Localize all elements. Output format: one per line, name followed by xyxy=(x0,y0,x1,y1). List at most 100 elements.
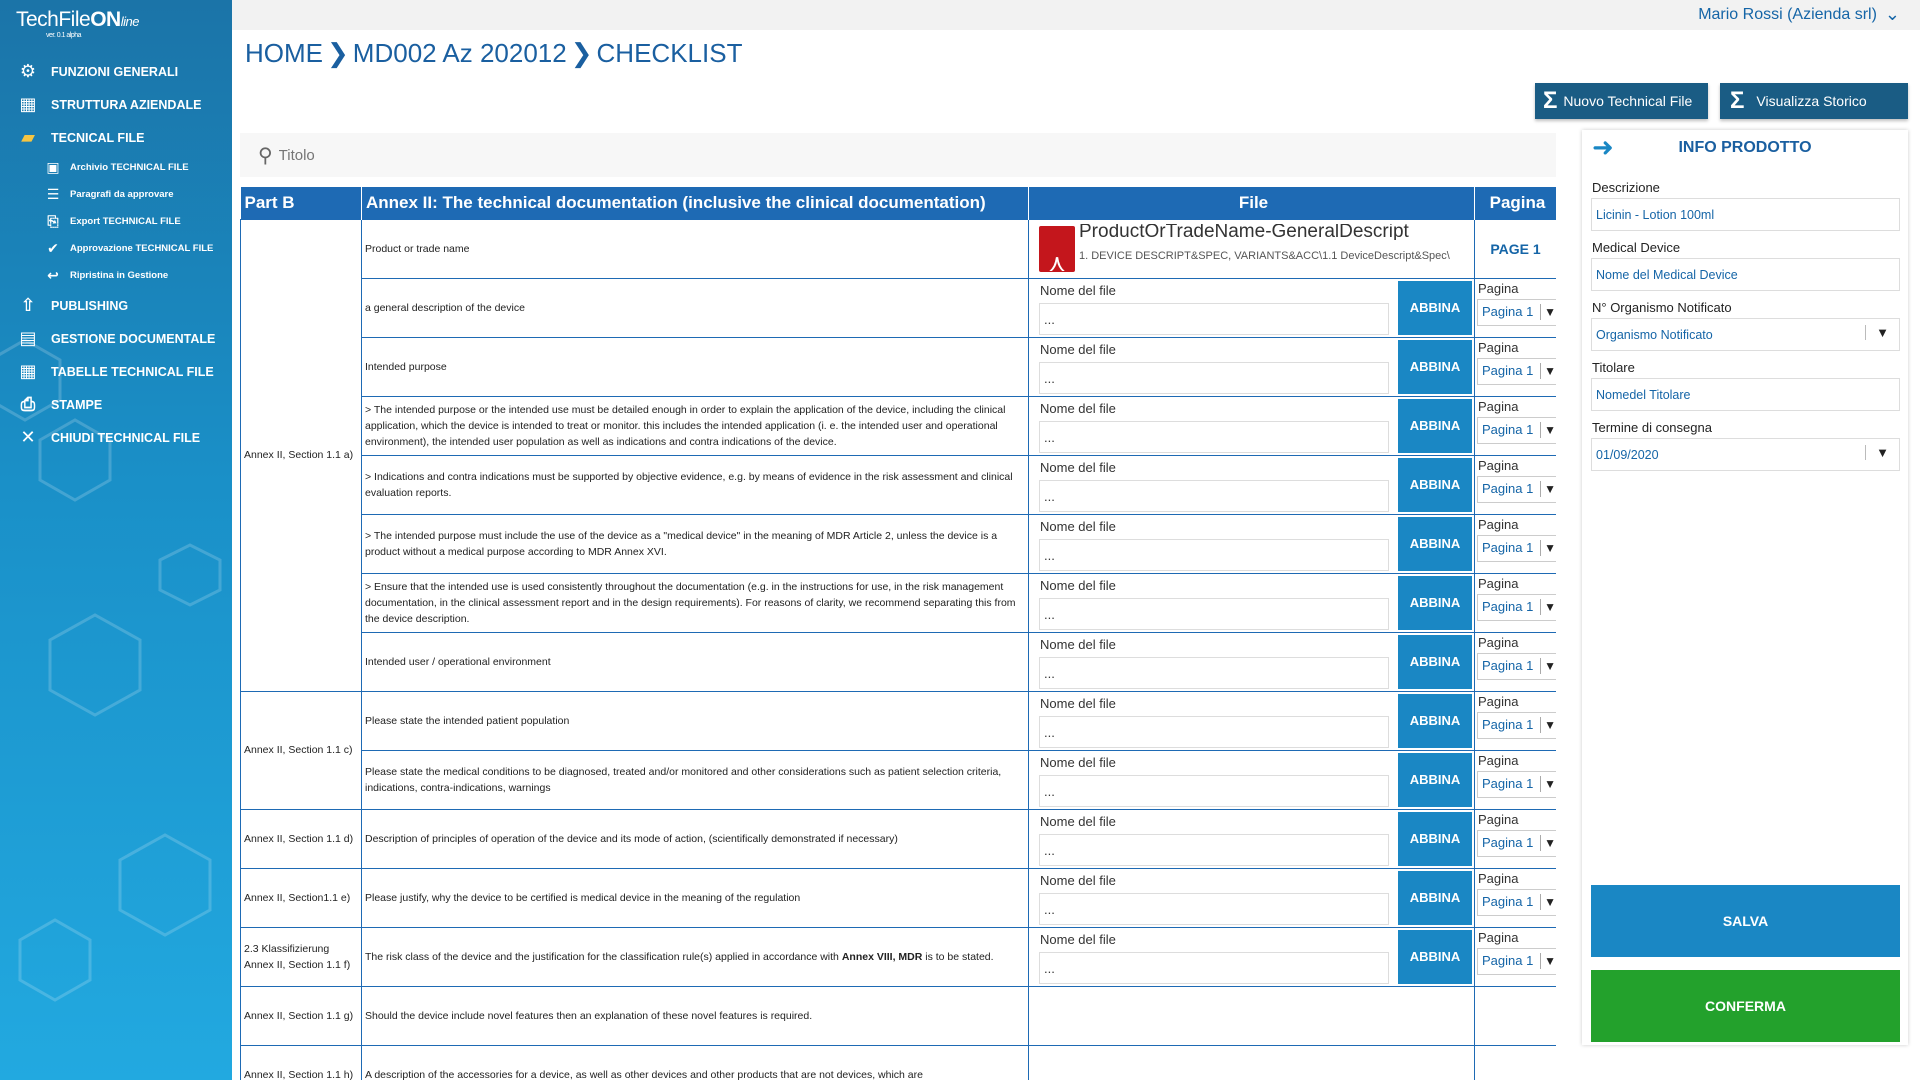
file-name-input[interactable]: ... xyxy=(1039,951,1389,984)
table-row: 2.3 Klassifizierung Annex II, Section 1.… xyxy=(240,926,1556,987)
sidebar-subitem-export[interactable]: ⎘ Export TECHNICAL FILE xyxy=(0,208,232,235)
abbina-button[interactable]: ABBINA xyxy=(1398,516,1472,571)
sidebar-item-gestione-documentale[interactable]: ▤ GESTIONE DOCUMENTALE xyxy=(0,322,232,355)
sidebar-item-chiudi[interactable]: ✕ CHIUDI TECHNICAL FILE xyxy=(0,421,232,454)
abbina-button[interactable]: ABBINA xyxy=(1398,575,1472,630)
sidebar-item-tabelle[interactable]: ▦ TABELLE TECHNICAL FILE xyxy=(0,355,232,388)
abbina-button[interactable]: ABBINA xyxy=(1398,811,1472,866)
header-file: File xyxy=(1028,187,1475,219)
abbina-button[interactable]: ABBINA xyxy=(1398,693,1472,748)
sidebar-item-publishing[interactable]: ⇧ PUBLISHING xyxy=(0,289,232,322)
salva-button[interactable]: SALVA xyxy=(1591,885,1900,957)
file-name-input[interactable]: ... xyxy=(1039,833,1389,866)
section-cell: Annex II, Section 1.1 d) xyxy=(240,808,362,869)
breadcrumb-file[interactable]: MD002 Az 202012 xyxy=(353,38,567,69)
file-name-label: Nome del file xyxy=(1040,754,1116,770)
descrizione-field[interactable]: Licinin - Lotion 100ml xyxy=(1591,198,1900,231)
abbina-button[interactable]: ABBINA xyxy=(1398,398,1472,453)
sidebar-subitem-ripristina[interactable]: ↩ Ripristina in Gestione xyxy=(0,262,232,289)
sidebar-item-funzioni-generali[interactable]: ⚙ FUNZIONI GENERALI xyxy=(0,55,232,88)
table-row: Annex II, Section 1.1 g) Should the devic… xyxy=(240,985,1556,1046)
header-pagina: Pagina xyxy=(1474,187,1556,219)
pagina-label: Pagina xyxy=(1478,811,1519,827)
table-row: Intended purpose Nome del file... ABBINA Pa… xyxy=(241,336,1556,397)
nuovo-technical-file-button[interactable]: Σ Nuovo Technical File xyxy=(1535,83,1708,119)
search-input[interactable] xyxy=(278,146,679,164)
breadcrumb-checklist: CHECKLIST xyxy=(596,38,743,68)
caret-down-icon: ▼ xyxy=(1540,657,1556,674)
abbina-button[interactable]: ABBINA xyxy=(1398,929,1472,984)
sidebar-item-stampe[interactable]: ⎙ STAMPE xyxy=(0,388,232,421)
pagina-cell: PAGE 1 xyxy=(1474,218,1556,279)
file-name-input[interactable]: ... xyxy=(1039,656,1389,689)
file-name-label: Nome del file xyxy=(1040,577,1116,593)
file-name[interactable]: ProductOrTradeName-GeneralDescript xyxy=(1079,224,1469,240)
pagina-select[interactable]: Pagina 1 ▼ xyxy=(1477,534,1556,562)
abbina-button[interactable]: ABBINA xyxy=(1398,634,1472,689)
termine-label: Termine di consegna xyxy=(1592,420,1712,435)
file-name-input[interactable]: ... xyxy=(1039,774,1389,807)
abbina-button[interactable]: ABBINA xyxy=(1398,457,1472,512)
conferma-button[interactable]: CONFERMA xyxy=(1591,970,1900,1042)
archive-icon: ▣ xyxy=(46,159,60,175)
pdf-icon: ⋏ xyxy=(1039,225,1075,275)
pagina-select[interactable]: Pagina 1 ▼ xyxy=(1477,829,1556,857)
abbina-button[interactable]: ABBINA xyxy=(1398,752,1472,807)
file-name-input[interactable]: ... xyxy=(1039,538,1389,571)
requirement-cell: Intended user / operational environment xyxy=(361,631,1029,692)
abbina-button[interactable]: ABBINA xyxy=(1398,280,1472,335)
sidebar-item-tecnical-file[interactable]: ▰ TECNICAL FILE xyxy=(0,121,232,154)
file-cell: Nome del file... ABBINA xyxy=(1028,867,1475,928)
file-name-input[interactable]: ... xyxy=(1039,420,1389,453)
pagina-cell xyxy=(1474,985,1556,1046)
pagina-select[interactable]: Pagina 1 ▼ xyxy=(1477,652,1556,680)
organismo-select[interactable]: Organismo Notificato ▼ xyxy=(1591,318,1900,351)
file-name-input[interactable]: ... xyxy=(1039,302,1389,335)
file-name-input[interactable]: ... xyxy=(1039,597,1389,630)
section-cell: Annex II, Section 1.1 c) xyxy=(240,690,362,810)
sidebar-subitem-archivio[interactable]: ▣ Archivio TECHNICAL FILE xyxy=(0,154,232,181)
breadcrumb-home[interactable]: HOME xyxy=(245,38,323,69)
pagina-label: Pagina xyxy=(1478,398,1519,414)
requirement-cell: The risk class of the device and the jus… xyxy=(361,926,1029,987)
pagina-select[interactable]: Pagina 1 ▼ xyxy=(1477,711,1556,739)
file-cell: Nome del file... ABBINA xyxy=(1028,690,1475,751)
file-name-input[interactable]: ... xyxy=(1039,715,1389,748)
sidebar-subitem-approvazione[interactable]: ✔ Approvazione TECHNICAL FILE xyxy=(0,235,232,262)
pagina-select[interactable]: Pagina 1 ▼ xyxy=(1477,888,1556,916)
termine-select[interactable]: 01/09/2020 ▼ xyxy=(1591,438,1900,471)
sidebar-item-struttura-aziendale[interactable]: ▦ STRUTTURA AZIENDALE xyxy=(0,88,232,121)
pagina-select[interactable]: Pagina 1 ▼ xyxy=(1477,298,1556,326)
titolare-field[interactable]: Nomedel Titolare xyxy=(1591,378,1900,411)
file-cell xyxy=(1028,1044,1475,1080)
medical-device-field[interactable]: Nome del Medical Device xyxy=(1591,258,1900,291)
checklist-table: Part B Annex II: The technical documenta… xyxy=(240,187,1556,1080)
pagina-select[interactable]: Pagina 1 ▼ xyxy=(1477,593,1556,621)
requirement-cell: Should the device include novel features… xyxy=(361,985,1029,1046)
abbina-button[interactable]: ABBINA xyxy=(1398,870,1472,925)
abbina-button[interactable]: ABBINA xyxy=(1398,339,1472,394)
list-icon: ☰ xyxy=(46,186,60,202)
sidebar: TechFileONline ver. 0.1 alpha ⚙ FUNZIONI … xyxy=(0,0,232,1080)
user-menu[interactable]: Mario Rossi (Azienda srl) ⌄ xyxy=(1698,4,1900,25)
export-icon: ⎘ xyxy=(47,213,59,229)
pagina-cell: Pagina Pagina 1 ▼ xyxy=(1474,631,1556,692)
requirement-cell: > The intended purpose or the intended u… xyxy=(361,395,1029,456)
sidebar-subitem-paragrafi[interactable]: ☰ Paragrafi da approvare xyxy=(0,181,232,208)
pagina-label: Pagina xyxy=(1478,339,1519,355)
visualizza-storico-button[interactable]: Σ Visualizza Storico xyxy=(1720,83,1908,119)
pagina-select[interactable]: Pagina 1 ▼ xyxy=(1477,770,1556,798)
file-name-input[interactable]: ... xyxy=(1039,361,1389,394)
file-name-input[interactable]: ... xyxy=(1039,479,1389,512)
pagina-select[interactable]: Pagina 1 ▼ xyxy=(1477,947,1556,975)
pagina-label: Pagina xyxy=(1478,870,1519,886)
pagina-cell: Pagina Pagina 1 ▼ xyxy=(1474,867,1556,928)
file-name-label: Nome del file xyxy=(1040,695,1116,711)
pagina-select[interactable]: Pagina 1 ▼ xyxy=(1477,416,1556,444)
pagina-select[interactable]: Pagina 1 ▼ xyxy=(1477,357,1556,385)
file-name-input[interactable]: ... xyxy=(1039,892,1389,925)
requirement-cell: Description of principles of operation o… xyxy=(361,808,1029,869)
page-link[interactable]: PAGE 1 xyxy=(1475,220,1556,278)
requirement-cell: > Ensure that the intended use is used c… xyxy=(361,572,1029,633)
pagina-select[interactable]: Pagina 1 ▼ xyxy=(1477,475,1556,503)
